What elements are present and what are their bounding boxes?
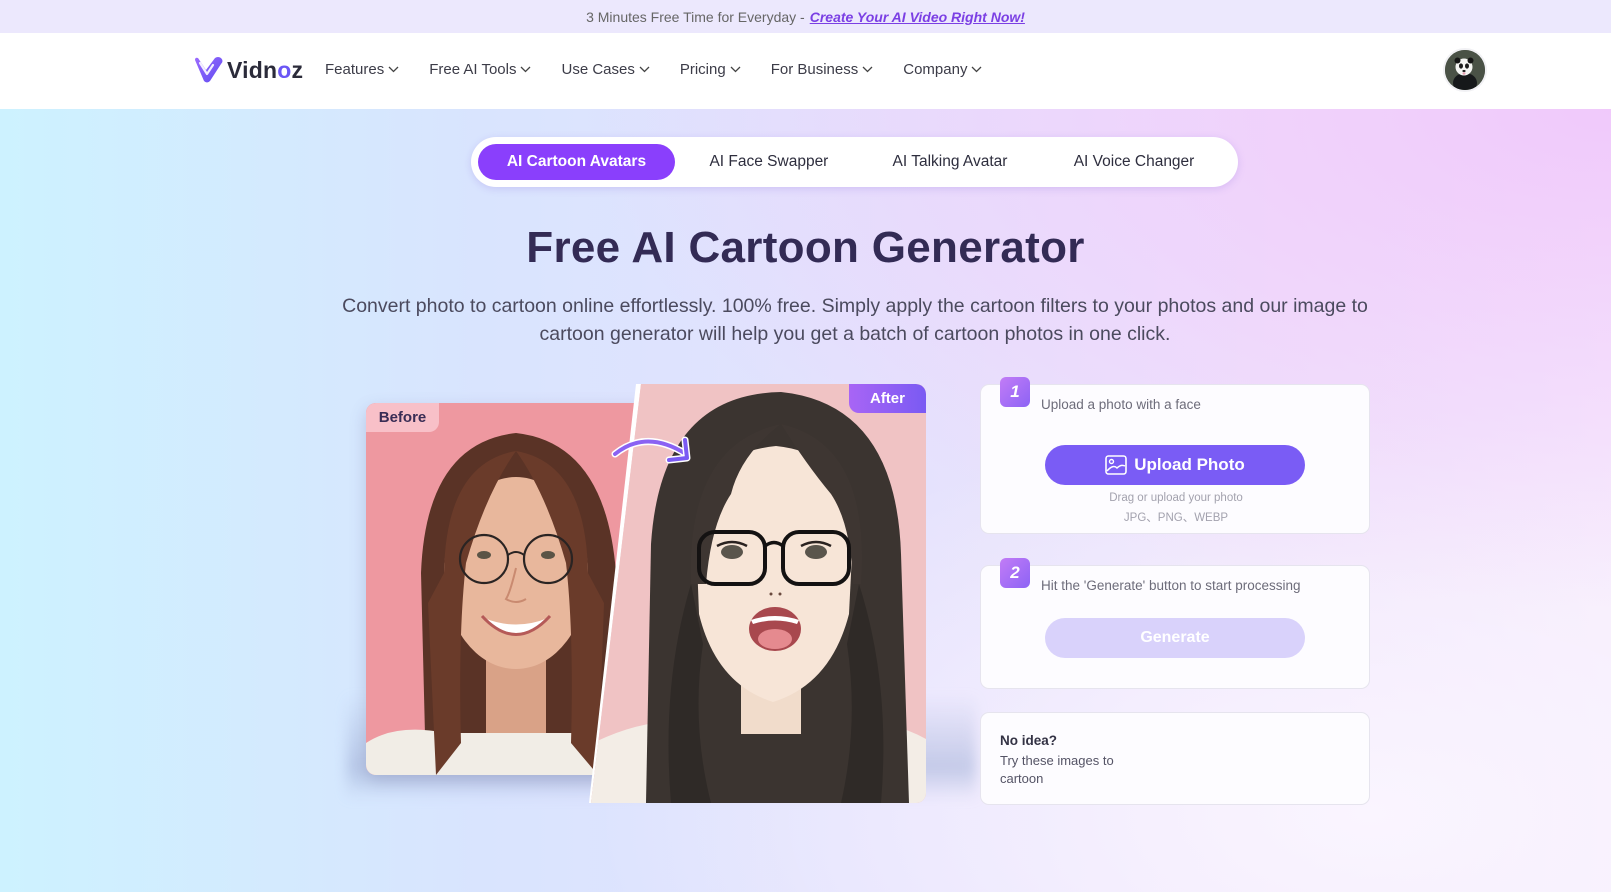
nav-pricing[interactable]: Pricing — [680, 59, 741, 79]
nav-company[interactable]: Company — [903, 59, 982, 79]
step-number-badge: 2 — [1000, 558, 1030, 588]
nav-use-cases[interactable]: Use Cases — [561, 59, 650, 79]
main-nav: Features Free AI Tools Use Cases Pricing… — [325, 59, 1012, 79]
nav-label: Features — [325, 60, 385, 78]
no-idea-title: No idea? — [1000, 733, 1058, 748]
logo[interactable]: Vidnoz — [193, 53, 303, 87]
upload-photo-button[interactable]: Upload Photo — [1045, 445, 1305, 485]
nav-for-business[interactable]: For Business — [771, 59, 874, 79]
upload-formats: JPG、PNG、WEBP — [1123, 512, 1229, 524]
chevron-down-icon — [971, 66, 982, 72]
chevron-down-icon — [521, 66, 531, 72]
vidnoz-logo-icon — [195, 57, 223, 83]
image-icon — [1105, 455, 1128, 475]
no-idea-text: Try these images to cartoon — [1000, 753, 1114, 786]
promo-link[interactable]: Create Your AI Video Right Now! — [810, 9, 1025, 25]
step-number-badge: 1 — [1000, 377, 1030, 407]
chevron-down-icon — [862, 66, 873, 72]
sample-images-card: No idea? Try these images to cartoon — [980, 712, 1370, 805]
promo-bar: 3 Minutes Free Time for Everyday - Creat… — [0, 0, 1611, 33]
page-subtitle: Convert photo to cartoon online effortle… — [342, 295, 1368, 345]
panda-avatar-icon — [1445, 50, 1485, 90]
promo-text: 3 Minutes Free Time for Everyday - — [586, 8, 805, 25]
generate-button[interactable]: Generate — [1045, 618, 1305, 658]
tab-ai-cartoon-avatars[interactable]: AI Cartoon Avatars — [478, 144, 675, 180]
tab-ai-face-swapper[interactable]: AI Face Swapper — [675, 144, 863, 180]
upload-hint: Drag or upload your photo — [1109, 492, 1243, 504]
tab-ai-talking-avatar[interactable]: AI Talking Avatar — [863, 144, 1037, 180]
hero-section: AI Cartoon Avatars AI Face Swapper AI Ta… — [0, 109, 1611, 892]
step-description: Hit the 'Generate' button to start proce… — [1041, 578, 1301, 593]
step-upload-card: 1 Upload a photo with a face Upload Phot… — [980, 377, 1370, 534]
chevron-down-icon — [639, 66, 650, 72]
chevron-down-icon — [388, 66, 399, 72]
tab-ai-voice-changer[interactable]: AI Voice Changer — [1037, 144, 1231, 180]
user-avatar[interactable] — [1445, 50, 1485, 90]
step-generate-card: 2 Hit the 'Generate' button to start pro… — [980, 558, 1370, 689]
page-title: Free AI Cartoon Generator — [526, 223, 1085, 272]
nav-label: Pricing — [679, 60, 726, 78]
chevron-down-icon — [730, 66, 741, 72]
nav-label: Free AI Tools — [429, 60, 517, 78]
nav-features[interactable]: Features — [325, 59, 399, 79]
step-description: Upload a photo with a face — [1041, 397, 1201, 412]
upload-photo-label: Upload Photo — [1134, 455, 1245, 474]
before-after-showcase: Before After — [346, 384, 976, 809]
nav-label: Use Cases — [561, 60, 635, 78]
nav-label: For Business — [770, 60, 859, 78]
nav-free-ai-tools[interactable]: Free AI Tools — [429, 59, 531, 79]
before-label: Before — [366, 403, 439, 432]
nav-label: Company — [903, 60, 968, 78]
after-label: After — [849, 384, 926, 413]
header: Vidnoz Features Free AI Tools Use Cases … — [0, 33, 1611, 109]
logo-text: Vidnoz — [227, 56, 304, 83]
tool-tabs: AI Cartoon Avatars AI Face Swapper AI Ta… — [471, 137, 1238, 187]
curved-arrow-icon — [611, 436, 691, 464]
